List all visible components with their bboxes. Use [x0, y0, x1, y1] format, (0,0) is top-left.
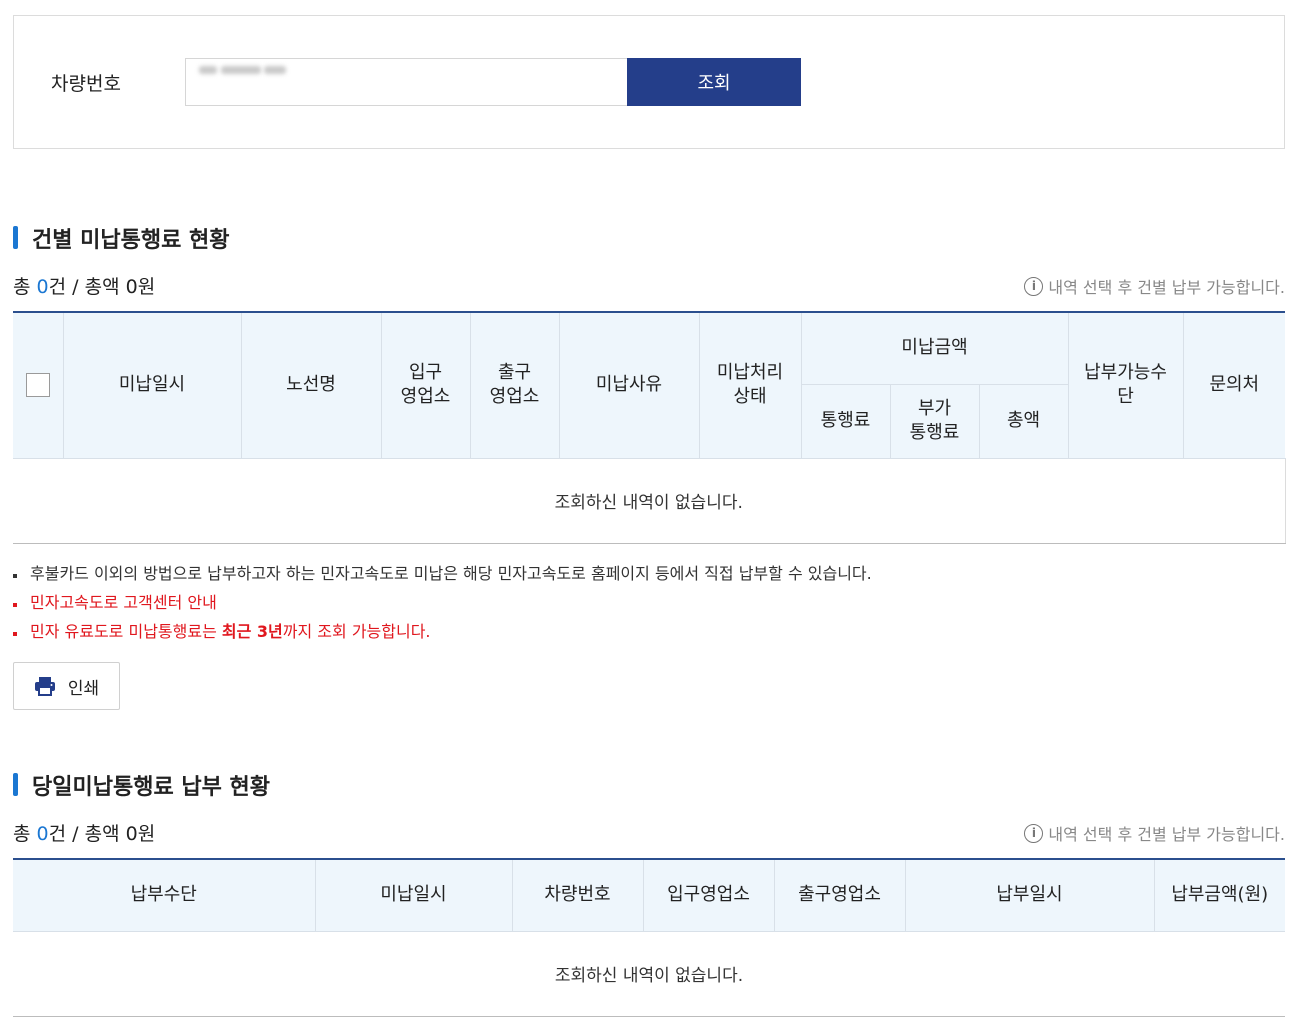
printer-icon [34, 677, 55, 696]
title-bar-accent [13, 773, 18, 796]
empty-message: 조회하신 내역이 없습니다. [13, 931, 1285, 1017]
col-payment-methods: 납부가능수 단 [1067, 312, 1184, 459]
notice-text: 내역 선택 후 건별 납부 가능합니다. [1048, 825, 1285, 844]
col-entry-office: 입구영업소 [642, 859, 774, 932]
col-extra-toll: 부가 통행료 [889, 384, 979, 459]
col-unpaid-date: 미납일시 [314, 859, 512, 932]
summary-count: 0 [36, 276, 49, 298]
notice-text: 내역 선택 후 건별 납부 가능합니다. [1048, 278, 1285, 297]
col-total: 총액 [978, 384, 1069, 459]
summary-same-day: 총 0건 / 총액 0원 [13, 819, 155, 846]
note-prefix: 민자 유료도로 미납통행료는 [30, 622, 222, 641]
unpaid-tolls-table: 미납일시 노선명 입구 영업소 출구 영업소 미납사유 미납처리 상태 미납금액… [13, 311, 1286, 544]
col-payment-method: 납부수단 [13, 859, 315, 932]
summary-count: 0 [36, 823, 49, 845]
section-title-unpaid-tolls: 건별 미납통행료 현황 [13, 222, 229, 254]
summary-prefix: 총 [13, 823, 37, 845]
search-button[interactable]: 조회 [627, 58, 801, 106]
col-process-status: 미납처리 상태 [698, 312, 801, 459]
summary-suffix: 원 [137, 823, 156, 845]
print-label: 인쇄 [67, 678, 100, 699]
empty-message: 조회하신 내역이 없습니다. [13, 458, 1286, 544]
title-bar-accent [13, 226, 18, 249]
col-vehicle-number: 차량번호 [511, 859, 643, 932]
section-title-text: 건별 미납통행료 현황 [32, 228, 230, 253]
summary-prefix: 총 [13, 276, 37, 298]
col-unpaid-reason: 미납사유 [558, 312, 699, 459]
summary-suffix: 원 [137, 276, 156, 298]
note-suffix: 까지 조회 가능합니다. [282, 622, 431, 641]
same-day-payment-table: 납부수단 미납일시 차량번호 입구영업소 출구영업소 납부일시 납부금액(원) … [13, 858, 1285, 1017]
col-unpaid-amount: 미납금액 [800, 312, 1069, 385]
select-all-cell [13, 312, 63, 459]
note-item-period: 민자 유료도로 미납통행료는 최근 3년까지 조회 가능합니다. [13, 621, 872, 650]
print-button[interactable]: 인쇄 [13, 662, 120, 710]
note-item-customer-center[interactable]: 민자고속도로 고객센터 안내 [13, 592, 872, 621]
vehicle-number-label: 차량번호 [51, 73, 121, 95]
info-icon: i [1024, 823, 1044, 843]
summary-total: 0 [125, 276, 138, 298]
info-icon: i [1024, 276, 1044, 296]
col-toll: 통행료 [800, 384, 890, 459]
summary-mid: 건 / 총액 [48, 276, 126, 298]
section-title-same-day: 당일미납통행료 납부 현황 [13, 769, 270, 801]
section-title-text: 당일미납통행료 납부 현황 [32, 775, 270, 800]
col-payment-amount: 납부금액(원) [1153, 859, 1285, 932]
select-all-checkbox[interactable] [25, 373, 50, 398]
col-route: 노선명 [240, 312, 381, 459]
col-payment-date: 납부일시 [904, 859, 1154, 932]
summary-mid: 건 / 총액 [48, 823, 126, 845]
blurred-vehicle-number [199, 59, 289, 75]
col-contact: 문의처 [1182, 312, 1286, 459]
note-bold: 최근 3년 [221, 622, 283, 641]
notice-selection: i 내역 선택 후 건별 납부 가능합니다. [1024, 821, 1285, 845]
col-exit-office: 출구영업소 [773, 859, 905, 932]
search-panel: 차량번호 조회 [13, 15, 1285, 149]
notice-selection: i 내역 선택 후 건별 납부 가능합니다. [1024, 274, 1285, 298]
col-entry-office: 입구 영업소 [380, 312, 470, 459]
summary-unpaid-tolls: 총 0건 / 총액 0원 [13, 272, 155, 299]
note-item: 후불카드 이외의 방법으로 납부하고자 하는 민자고속도로 미납은 해당 민자고… [13, 563, 872, 592]
col-exit-office: 출구 영업소 [469, 312, 559, 459]
col-unpaid-date: 미납일시 [62, 312, 241, 459]
summary-total: 0 [125, 823, 138, 845]
notes-list: 후불카드 이외의 방법으로 납부하고자 하는 민자고속도로 미납은 해당 민자고… [13, 563, 872, 650]
